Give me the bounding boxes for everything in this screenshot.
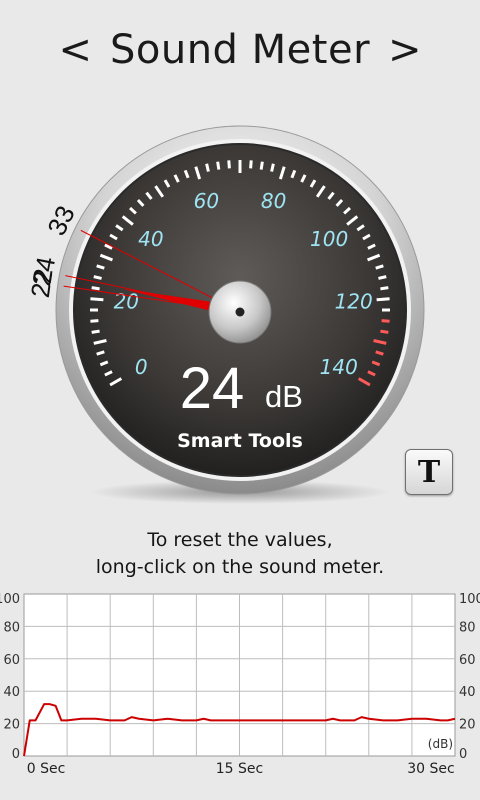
title-bar: < Sound Meter > [0, 0, 480, 100]
chart-y-tick-label: 40 [3, 685, 20, 700]
chart-y-unit: (dB) [428, 737, 453, 751]
gauge-dial: 0204060 80100120140 332422 24 dB Smart To… [25, 125, 425, 504]
brand-label: Smart Tools [177, 430, 303, 452]
page-title: Sound Meter [109, 27, 371, 73]
gauge-tick [205, 163, 210, 172]
gauge-scale-label: 40 [138, 227, 163, 251]
gauge-tick [91, 329, 100, 334]
chart-x-tick-label: 15 Sec [216, 761, 263, 777]
chart-y-tick-label: 100 [0, 592, 20, 607]
history-chart-svg: 0 0 20 20 40 40 60 60 80 80 100 100 0 Sec 15 Sec 30 S… [0, 592, 480, 777]
gauge-tick [380, 286, 389, 291]
instructions: To reset the values, long-click on the s… [0, 527, 480, 581]
chart-y-tick-label: 0 [12, 747, 20, 762]
chart-y-tick-label: 60 [459, 653, 476, 668]
text-mode-button[interactable]: T [405, 449, 453, 495]
gauge-tick [381, 319, 390, 323]
chart-y-tick-label: 80 [3, 620, 20, 635]
chart-y-tick-label: 80 [459, 620, 476, 635]
gauge-scale-label: 60 [194, 189, 219, 213]
gauge-tick [93, 275, 102, 280]
instructions-line-2: long-click on the sound meter. [95, 556, 385, 578]
chart-y-tick-label: 0 [459, 747, 467, 762]
gauge-tick [270, 163, 275, 172]
gauge-tick [259, 161, 264, 170]
chart-x-tick-labels: 0 Sec 15 Sec 30 Sec [27, 761, 455, 777]
chart-y-tick-label: 60 [3, 653, 20, 668]
gauge-tick [227, 160, 231, 169]
gauge-tick [90, 319, 99, 323]
chart-y-tick-label: 40 [459, 685, 476, 700]
gauge-tick [216, 161, 221, 170]
chart-y-tick-label: 20 [459, 718, 476, 733]
gauge-scale-label: 20 [114, 289, 139, 313]
next-meter-button[interactable]: > [388, 30, 422, 70]
gauge-scale-label: 100 [310, 227, 348, 251]
chart-x-tick-label: 0 Sec [27, 761, 66, 777]
gauge-scale-label: 0 [135, 355, 148, 379]
gauge-tick [376, 297, 390, 302]
gauge-scale-label: 140 [320, 355, 358, 379]
gauge-tick [380, 329, 389, 334]
sound-meter-gauge[interactable]: 0 20 40 60 80 100 120 140 33 24 22 24 dB Smart To… [25, 120, 440, 520]
gauge-tick [249, 160, 253, 169]
chart-y-tick-label: 20 [3, 718, 20, 733]
chart-y-tick-label: 100 [459, 592, 480, 607]
gauge-scale-label: 80 [261, 189, 286, 213]
reading-value: 24 [180, 356, 245, 421]
instructions-line-1: To reset the values, [147, 529, 333, 551]
prev-meter-button[interactable]: < [58, 30, 92, 70]
gauge-tick [91, 286, 100, 291]
gauge-tick [90, 297, 104, 302]
peak-marker-label: 22 [25, 267, 59, 300]
gauge-tick [378, 275, 387, 280]
reading-unit: dB [265, 379, 303, 414]
gauge-scale-label: 120 [335, 289, 373, 313]
chart-x-tick-label: 30 Sec [407, 761, 454, 777]
history-chart: 0 0 20 20 40 40 60 60 80 80 100 100 0 Sec 15 Sec 30 S… [0, 590, 480, 790]
